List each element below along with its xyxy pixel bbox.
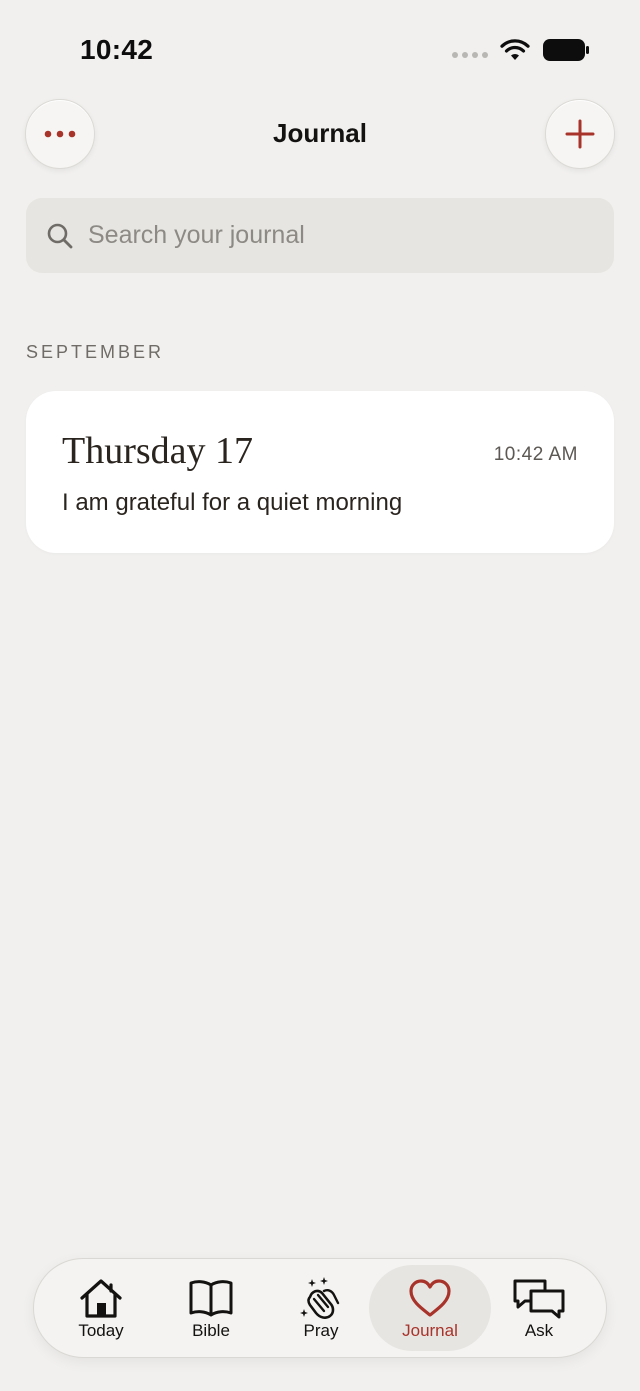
praying-hands-icon — [300, 1277, 340, 1319]
tab-bible-label: Bible — [192, 1321, 230, 1340]
journal-entry-card[interactable]: Thursday 17 10:42 AM I am grateful for a… — [26, 391, 614, 553]
section-header-month: SEPTEMBER — [26, 342, 165, 362]
tab-journal-label: Journal — [402, 1321, 458, 1340]
entry-time: 10:42 AM — [493, 444, 578, 465]
heart-icon — [409, 1279, 451, 1317]
tab-pray[interactable]: Pray — [260, 1265, 382, 1351]
search-icon — [47, 223, 73, 248]
wifi-icon — [500, 39, 530, 60]
add-entry-button[interactable] — [545, 99, 615, 169]
status-time: 10:42 — [80, 34, 154, 65]
tab-journal[interactable]: Journal — [369, 1265, 491, 1351]
tab-ask-label: Ask — [524, 1321, 554, 1340]
journal-screen: 10:42 Journal Search your journal SEPTEM… — [0, 0, 640, 1391]
tab-today-label: Today — [78, 1321, 124, 1340]
tab-ask[interactable]: Ask — [478, 1265, 600, 1351]
home-icon — [80, 1279, 122, 1318]
tab-bible[interactable]: Bible — [150, 1265, 272, 1351]
tab-bar: Today Bible Pray Journal Ask — [33, 1258, 607, 1358]
search-input[interactable] — [88, 221, 588, 250]
entry-date: Thursday 17 — [62, 430, 254, 472]
chat-bubbles-icon — [513, 1279, 565, 1319]
page-title: Journal — [273, 118, 367, 148]
cellular-signal-icon — [452, 52, 488, 58]
tab-today[interactable]: Today — [40, 1265, 162, 1351]
status-indicators — [452, 38, 590, 62]
tab-pray-label: Pray — [303, 1321, 339, 1340]
plus-icon — [565, 119, 595, 149]
search-bar[interactable] — [26, 198, 614, 273]
entry-preview-text: I am grateful for a quiet morning — [62, 489, 403, 516]
battery-icon — [543, 39, 589, 61]
book-icon — [189, 1280, 233, 1317]
